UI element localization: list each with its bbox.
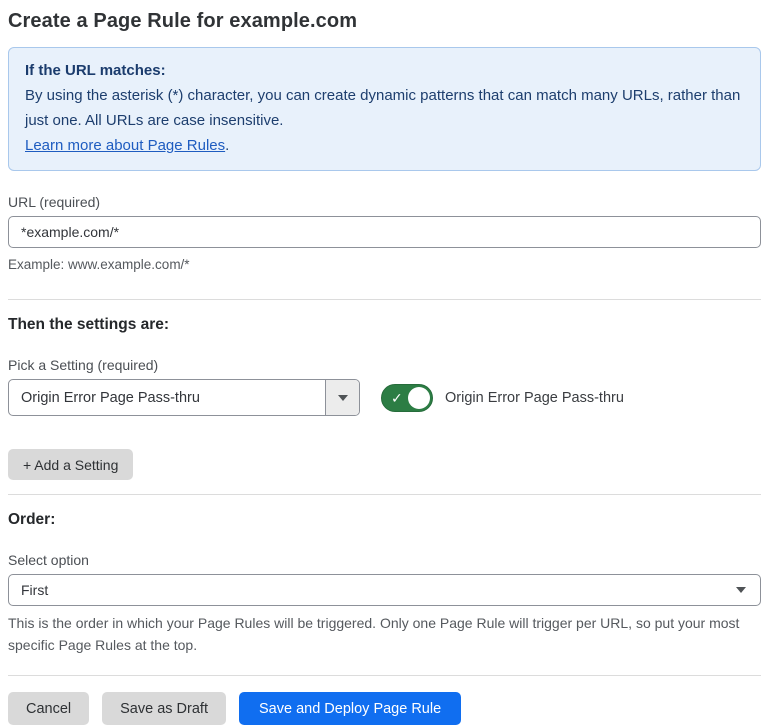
setting-dropdown-value: Origin Error Page Pass-thru bbox=[21, 389, 200, 406]
url-input[interactable] bbox=[8, 216, 761, 248]
footer-actions: Cancel Save as Draft Save and Deploy Pag… bbox=[8, 692, 761, 725]
settings-section-heading: Then the settings are: bbox=[8, 316, 170, 333]
order-select-value: First bbox=[21, 582, 49, 598]
info-box-heading: If the URL matches: bbox=[25, 62, 166, 79]
divider bbox=[8, 494, 761, 495]
divider bbox=[8, 675, 761, 676]
add-setting-button[interactable]: + Add a Setting bbox=[8, 449, 134, 480]
setting-row: Origin Error Page Pass-thru ✓ Origin Err… bbox=[8, 379, 761, 416]
page-title: Create a Page Rule for example.com bbox=[8, 10, 358, 32]
pick-setting-label: Pick a Setting (required) bbox=[8, 357, 159, 373]
order-select[interactable]: First bbox=[8, 574, 761, 606]
url-field-label: URL (required) bbox=[8, 194, 101, 210]
save-and-deploy-button[interactable]: Save and Deploy Page Rule bbox=[238, 692, 462, 725]
info-box-link-line: Learn more about Page Rules. bbox=[25, 133, 744, 158]
chevron-down-icon bbox=[736, 587, 746, 593]
cancel-button[interactable]: Cancel bbox=[8, 692, 90, 725]
learn-more-link[interactable]: Learn more about Page Rules bbox=[25, 137, 225, 154]
save-as-draft-button[interactable]: Save as Draft bbox=[102, 692, 226, 725]
order-helper-text: This is the order in which your Page Rul… bbox=[8, 615, 740, 653]
order-section-heading: Order: bbox=[8, 511, 56, 528]
order-select-label: Select option bbox=[8, 552, 89, 568]
setting-dropdown-button[interactable] bbox=[325, 380, 359, 415]
setting-dropdown[interactable]: Origin Error Page Pass-thru bbox=[8, 379, 360, 416]
divider bbox=[8, 299, 761, 300]
check-icon: ✓ bbox=[391, 389, 403, 406]
info-box-body: By using the asterisk (*) character, you… bbox=[25, 87, 741, 129]
url-helper-text: Example: www.example.com/* bbox=[8, 257, 190, 272]
setting-toggle-label: Origin Error Page Pass-thru bbox=[445, 389, 624, 406]
chevron-down-icon bbox=[337, 394, 348, 401]
setting-toggle[interactable]: ✓ bbox=[381, 383, 433, 412]
link-suffix: . bbox=[225, 137, 230, 154]
toggle-knob bbox=[408, 386, 430, 409]
url-match-info-box: If the URL matches: By using the asteris… bbox=[8, 47, 761, 171]
